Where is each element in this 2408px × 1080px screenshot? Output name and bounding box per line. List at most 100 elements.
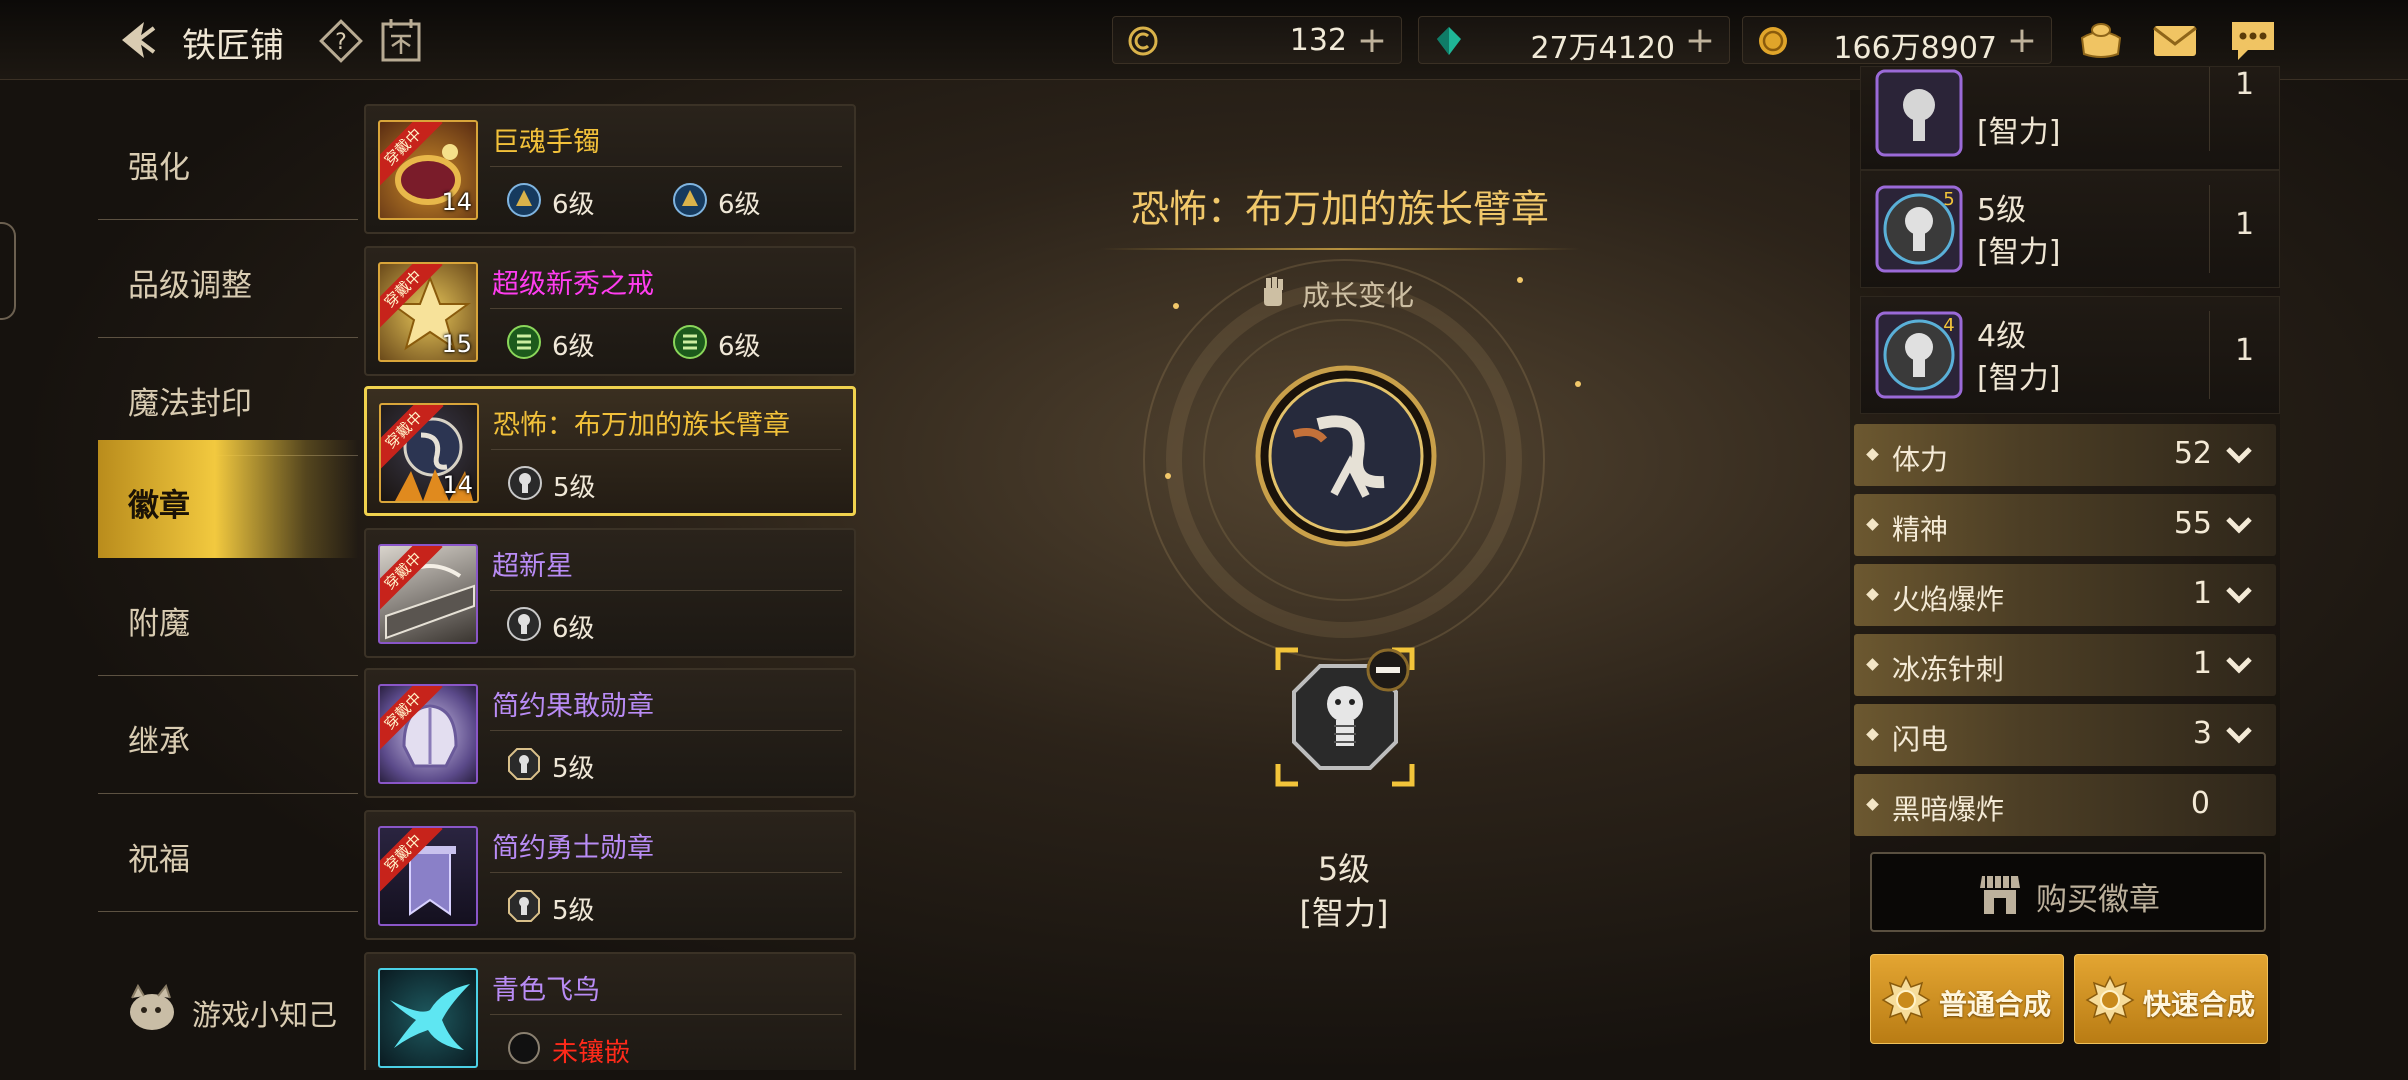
emblem-attribute: [智力] <box>1977 235 2061 270</box>
emblem-inventory-row[interactable]: 4 4级 [智力] 1 <box>1860 296 2280 414</box>
chevron-down-icon[interactable] <box>2222 438 2256 472</box>
stat-row-stamina[interactable]: 体力 52 <box>1854 424 2276 486</box>
normal-synthesis-label: 普通合成 <box>1939 988 2052 1021</box>
list-item[interactable]: 青色飞鸟 未镶嵌 <box>364 952 856 1070</box>
chat-icon[interactable] <box>2228 16 2278 64</box>
stat-name: 精神 <box>1892 513 1949 546</box>
currency-crystal: 27万4120 + <box>1418 16 1730 66</box>
add-silver-button[interactable]: + <box>1357 20 1387 61</box>
stat-name: 火焰爆炸 <box>1892 583 2005 616</box>
nav-item-magic-seal[interactable]: 魔法封印 <box>98 338 358 456</box>
divider <box>490 308 842 309</box>
bullet <box>1866 728 1879 741</box>
green-crystal-icon <box>1437 27 1461 55</box>
emblem-slot-level: 未镶嵌 <box>552 1038 631 1068</box>
divider <box>490 590 842 591</box>
currency-crystal-value: 27万4120 <box>1530 31 1675 66</box>
mail-icon[interactable] <box>2150 16 2200 64</box>
item-level: 14 <box>441 188 472 216</box>
list-item[interactable]: 穿戴中 14 巨魂手镯 6级 6级 <box>364 104 856 234</box>
stat-name: 黑暗爆炸 <box>1892 793 2005 826</box>
emblem-star-badge: 5 <box>1943 189 1954 210</box>
page-title: 铁匠铺 <box>182 26 284 66</box>
help-icon[interactable]: ? <box>318 18 364 64</box>
item-name: 简约果敢勋章 <box>492 691 654 722</box>
cyan-bird-icon <box>390 984 470 1050</box>
list-item-selected[interactable]: 穿戴中 14 恐怖：布万加的族长臂章 5级 <box>364 386 856 516</box>
bullet <box>1866 448 1879 461</box>
emblem-level: 5级 <box>1977 193 2027 228</box>
list-item[interactable]: 穿戴中 15 超级新秀之戒 6级 6级 <box>364 246 856 376</box>
stat-value: 52 <box>2173 436 2212 471</box>
platinum-emblem-icon: 5 <box>1875 185 1963 273</box>
nav-item-enchant[interactable]: 附魔 <box>98 558 358 676</box>
armband-item-icon <box>1255 365 1437 547</box>
quick-synthesis-label: 快速合成 <box>2143 988 2256 1021</box>
nav-item-label: 魔法封印 <box>128 386 252 422</box>
shop-icon <box>1980 876 2020 914</box>
emblem-slot-level: 6级 <box>552 332 595 362</box>
list-item[interactable]: 穿戴中 超新星 6级 <box>364 528 856 658</box>
list-item[interactable]: 穿戴中 简约果敢勋章 5级 <box>364 668 856 798</box>
chevron-down-icon[interactable] <box>2222 718 2256 752</box>
emblem-panel: [智力] 1 5 5级 [智力] 1 4 4级 [智力] 1 体力 52 精神 … <box>1850 66 2282 1080</box>
emblem-inventory-row[interactable]: [智力] 1 <box>1860 66 2280 170</box>
equipment-list[interactable]: 穿戴中 14 巨魂手镯 6级 6级 穿戴中 15 超级新秀之戒 6级 6级 穿戴… <box>364 98 858 1070</box>
item-thumbnail: 穿戴中 <box>378 544 478 644</box>
currency-silver: 132 + <box>1112 16 1402 64</box>
stat-name: 体力 <box>1892 443 1949 476</box>
list-item[interactable]: 穿戴中 简约勇士勋章 5级 <box>364 810 856 940</box>
divider <box>490 1014 842 1015</box>
emblem-slot-level: 6级 <box>718 190 761 220</box>
stat-row-ice-needle[interactable]: 冰冻针刺 1 <box>1854 634 2276 696</box>
banner-medal-icon <box>404 846 456 916</box>
nav-item-blessing[interactable]: 祝福 <box>98 794 358 912</box>
stat-value: 0 <box>2190 786 2210 821</box>
stat-row-lightning[interactable]: 闪电 3 <box>1854 704 2276 766</box>
currency-gold: 166万8907 + <box>1742 16 2052 66</box>
chevron-down-icon[interactable] <box>2222 648 2256 682</box>
back-arrow-icon[interactable] <box>110 16 160 64</box>
row-divider <box>2209 67 2210 151</box>
socket-emblem-attribute: [智力] <box>1299 894 1389 932</box>
item-level: 15 <box>441 330 472 358</box>
emblem-slot-level: 5级 <box>553 473 596 503</box>
nav-item-enhance[interactable]: 强化 <box>98 102 358 220</box>
chevron-down-icon[interactable] <box>2222 508 2256 542</box>
stat-value: 1 <box>2192 646 2212 681</box>
side-drawer-tab[interactable] <box>0 222 16 320</box>
chevron-down-icon[interactable] <box>2222 578 2256 612</box>
nav-item-grade-adjust[interactable]: 品级调整 <box>98 220 358 338</box>
add-crystal-button[interactable]: + <box>1685 20 1715 61</box>
row-divider <box>2209 185 2210 273</box>
bag-icon[interactable] <box>2076 16 2126 64</box>
item-thumbnail: 穿戴中 <box>378 826 478 926</box>
emblem-socket[interactable] <box>1268 640 1422 794</box>
stat-name: 闪电 <box>1892 723 1949 756</box>
quick-synthesis-button[interactable]: 快速合成 <box>2074 954 2268 1044</box>
calendar-icon[interactable] <box>378 16 424 64</box>
svg-text:?: ? <box>335 30 347 55</box>
synthesis-gear-icon <box>2085 975 2135 1025</box>
nav-item-inherit[interactable]: 继承 <box>98 676 358 794</box>
stat-row-spirit[interactable]: 精神 55 <box>1854 494 2276 556</box>
game-trivia-button[interactable]: 游戏小知己 <box>122 980 362 1040</box>
empty-slot-icon <box>508 1032 540 1064</box>
octagon-emblem-icon <box>508 748 540 780</box>
emblem-slot-level: 6级 <box>552 190 595 220</box>
silver-coin-icon <box>1128 26 1158 56</box>
item-level: 14 <box>442 471 473 499</box>
normal-synthesis-button[interactable]: 普通合成 <box>1870 954 2064 1044</box>
blue-emblem-icon <box>507 183 541 217</box>
stat-row-fire-explosion[interactable]: 火焰爆炸 1 <box>1854 564 2276 626</box>
add-gold-button[interactable]: + <box>2007 20 2037 61</box>
mascot-icon <box>130 983 174 1030</box>
growth-change-button[interactable]: 成长变化 <box>1256 270 1456 314</box>
nav-item-emblem[interactable]: 徽章 <box>98 440 358 558</box>
emblem-inventory-row[interactable]: 5 5级 [智力] 1 <box>1860 170 2280 288</box>
stat-value: 55 <box>2173 506 2212 541</box>
item-name: 青色飞鸟 <box>492 975 600 1006</box>
growth-change-label: 成长变化 <box>1302 279 1415 312</box>
buy-emblem-button[interactable]: 购买徽章 <box>1870 852 2266 932</box>
emblem-slot-level: 5级 <box>552 896 595 926</box>
